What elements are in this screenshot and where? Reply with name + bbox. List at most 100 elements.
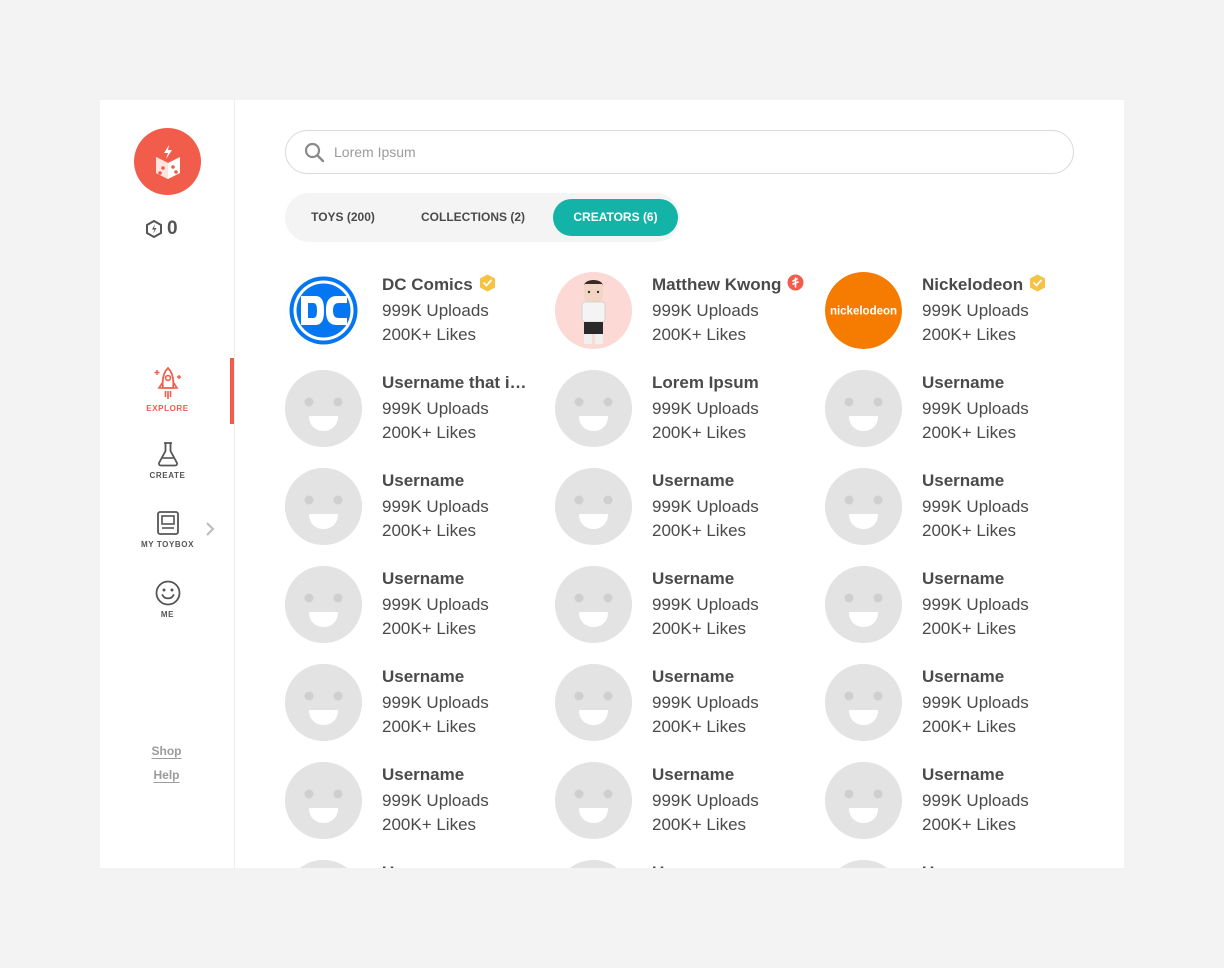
creator-name[interactable]: Username that is very long bbox=[382, 373, 530, 393]
creator-info: Username 999K Uploads 200K+ Likes bbox=[382, 470, 547, 543]
creator-card[interactable]: Username bbox=[825, 860, 1085, 868]
placeholder-avatar[interactable] bbox=[285, 370, 362, 447]
creator-likes: 200K+ Likes bbox=[922, 521, 1017, 540]
creator-name[interactable]: Username bbox=[382, 667, 464, 687]
creator-card[interactable]: Username 999K Uploads 200K+ Likes bbox=[555, 664, 815, 744]
creator-card[interactable]: Username bbox=[555, 860, 815, 868]
creator-uploads: 999K Uploads bbox=[922, 693, 1029, 712]
nav-explore[interactable]: EXPLORE bbox=[100, 366, 235, 413]
creator-name-row: Matthew Kwong bbox=[652, 274, 817, 296]
help-link[interactable]: Help bbox=[100, 768, 233, 782]
rocket-box-logo[interactable] bbox=[134, 128, 201, 195]
creator-uploads: 999K Uploads bbox=[652, 497, 759, 516]
creator-name[interactable]: Username bbox=[652, 471, 734, 491]
creator-card[interactable]: Username 999K Uploads 200K+ Likes bbox=[555, 566, 815, 646]
creator-info: DC Comics 999K Uploads 200K+ Likes bbox=[382, 274, 547, 347]
creator-name[interactable]: Username bbox=[652, 569, 734, 589]
tab-creators[interactable]: CREATORS (6) bbox=[553, 199, 678, 236]
nickelodeon-logo-avatar[interactable]: nickelodeon bbox=[825, 272, 902, 349]
creator-name[interactable]: Username bbox=[652, 863, 734, 868]
creator-uploads: 999K Uploads bbox=[922, 497, 1029, 516]
creator-card[interactable]: Username 999K Uploads 200K+ Likes bbox=[555, 468, 815, 548]
placeholder-avatar[interactable] bbox=[285, 468, 362, 545]
creator-name[interactable]: Nickelodeon bbox=[922, 275, 1023, 295]
toybox-icon bbox=[156, 511, 179, 535]
creator-info: Username bbox=[922, 862, 1087, 868]
nav-explore-label: EXPLORE bbox=[146, 404, 189, 413]
creator-likes: 200K+ Likes bbox=[652, 521, 747, 540]
creator-card[interactable]: Username bbox=[285, 860, 545, 868]
placeholder-avatar[interactable] bbox=[825, 664, 902, 741]
creator-uploads: 999K Uploads bbox=[652, 301, 759, 320]
profile-photo-avatar[interactable] bbox=[555, 272, 632, 349]
creator-name[interactable]: Username bbox=[922, 765, 1004, 785]
creator-likes: 200K+ Likes bbox=[382, 815, 477, 834]
rocket-icon bbox=[154, 366, 181, 399]
nickelodeon-logo-text: nickelodeon bbox=[830, 306, 897, 318]
tab-toys[interactable]: TOYS (200) bbox=[293, 199, 393, 236]
placeholder-avatar[interactable] bbox=[555, 762, 632, 839]
creator-card[interactable]: Username that is very long 999K Uploads 20… bbox=[285, 370, 545, 450]
creator-card[interactable]: nickelodeon Nickelodeon 999K Uploads 200K+ … bbox=[825, 272, 1085, 352]
creator-card[interactable]: Username 999K Uploads 200K+ Likes bbox=[825, 370, 1085, 450]
placeholder-avatar[interactable] bbox=[555, 664, 632, 741]
creator-uploads: 999K Uploads bbox=[922, 301, 1029, 320]
creator-name-row: Username bbox=[922, 666, 1087, 688]
placeholder-avatar[interactable] bbox=[555, 370, 632, 447]
creator-name-row: Username bbox=[382, 568, 547, 590]
creator-card[interactable]: Username 999K Uploads 200K+ Likes bbox=[555, 762, 815, 842]
nav-me[interactable]: ME bbox=[100, 580, 235, 619]
creator-uploads: 999K Uploads bbox=[382, 497, 489, 516]
creator-card[interactable]: Lorem Ipsum 999K Uploads 200K+ Likes bbox=[555, 370, 815, 450]
placeholder-avatar[interactable] bbox=[285, 664, 362, 741]
placeholder-avatar[interactable] bbox=[825, 468, 902, 545]
creator-name[interactable]: Username bbox=[922, 863, 1004, 868]
creator-name-row: Nickelodeon bbox=[922, 274, 1087, 296]
creator-card[interactable]: Username 999K Uploads 200K+ Likes bbox=[285, 762, 545, 842]
creator-likes: 200K+ Likes bbox=[922, 717, 1017, 736]
creator-name[interactable]: Username bbox=[922, 471, 1004, 491]
creator-name[interactable]: Username bbox=[922, 373, 1004, 393]
creator-name-row: Username bbox=[922, 764, 1087, 786]
creator-name[interactable]: Username bbox=[382, 863, 464, 868]
active-nav-indicator bbox=[230, 358, 234, 424]
creator-name[interactable]: Username bbox=[652, 765, 734, 785]
creator-name[interactable]: Matthew Kwong bbox=[652, 275, 781, 295]
creator-card[interactable]: Username 999K Uploads 200K+ Likes bbox=[825, 762, 1085, 842]
placeholder-avatar[interactable] bbox=[555, 860, 632, 868]
chevron-right-icon[interactable] bbox=[204, 521, 216, 537]
nav-create[interactable]: CREATE bbox=[100, 441, 235, 480]
creator-name[interactable]: Username bbox=[652, 667, 734, 687]
tab-collections[interactable]: COLLECTIONS (2) bbox=[403, 199, 543, 236]
creator-card[interactable]: Username 999K Uploads 200K+ Likes bbox=[285, 566, 545, 646]
creator-name[interactable]: Username bbox=[382, 569, 464, 589]
search-input[interactable] bbox=[334, 144, 1034, 160]
creator-name[interactable]: Username bbox=[382, 765, 464, 785]
placeholder-avatar[interactable] bbox=[825, 566, 902, 643]
placeholder-avatar[interactable] bbox=[825, 762, 902, 839]
creator-card[interactable]: Username 999K Uploads 200K+ Likes bbox=[825, 468, 1085, 548]
app-window: 0 EXPLORE CREATE MY TOYBOX ME Shop Help … bbox=[100, 100, 1124, 868]
creator-name[interactable]: DC Comics bbox=[382, 275, 473, 295]
creator-name-row: DC Comics bbox=[382, 274, 547, 296]
creator-name-row: Username bbox=[922, 470, 1087, 492]
creator-name[interactable]: Username bbox=[382, 471, 464, 491]
creator-card[interactable]: Username 999K Uploads 200K+ Likes bbox=[825, 566, 1085, 646]
placeholder-avatar[interactable] bbox=[285, 860, 362, 868]
creator-card[interactable]: Matthew Kwong 999K Uploads 200K+ Likes bbox=[555, 272, 815, 352]
shop-link[interactable]: Shop bbox=[100, 744, 233, 758]
creator-card[interactable]: Username 999K Uploads 200K+ Likes bbox=[285, 468, 545, 548]
creator-name[interactable]: Lorem Ipsum bbox=[652, 373, 759, 393]
creator-card[interactable]: Username 999K Uploads 200K+ Likes bbox=[825, 664, 1085, 744]
placeholder-avatar[interactable] bbox=[555, 566, 632, 643]
placeholder-avatar[interactable] bbox=[825, 860, 902, 868]
dc-logo-avatar[interactable] bbox=[285, 272, 362, 349]
creator-name[interactable]: Username bbox=[922, 667, 1004, 687]
creator-card[interactable]: DC Comics 999K Uploads 200K+ Likes bbox=[285, 272, 545, 352]
creator-name[interactable]: Username bbox=[922, 569, 1004, 589]
placeholder-avatar[interactable] bbox=[825, 370, 902, 447]
placeholder-avatar[interactable] bbox=[285, 762, 362, 839]
creator-card[interactable]: Username 999K Uploads 200K+ Likes bbox=[285, 664, 545, 744]
placeholder-avatar[interactable] bbox=[555, 468, 632, 545]
placeholder-avatar[interactable] bbox=[285, 566, 362, 643]
